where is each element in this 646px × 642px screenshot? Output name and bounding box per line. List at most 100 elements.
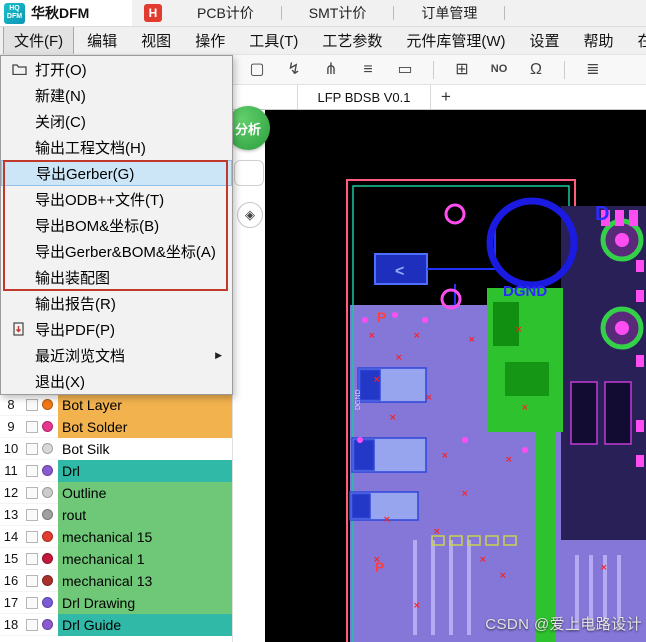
layer-number: 11	[4, 463, 18, 478]
grid-icon[interactable]: ⊞	[453, 61, 471, 78]
layer-number: 18	[3, 617, 19, 632]
menu-item-export-bom-coords[interactable]: 导出BOM&坐标(B)	[1, 212, 232, 238]
layer-color-dot[interactable]	[42, 531, 53, 542]
svg-text:×: ×	[600, 563, 608, 573]
menubar-operate[interactable]: 操作	[184, 27, 236, 54]
pcb-canvas[interactable]: < × × × × × × × × × × × × × × × × × × × …	[265, 110, 646, 642]
menu-item-label: 导出PDF(P)	[35, 321, 115, 339]
menu-item-exit[interactable]: 退出(X)	[1, 368, 232, 394]
layer-color-dot[interactable]	[42, 421, 53, 432]
layer-checkbox[interactable]	[26, 420, 38, 433]
menu-item-export-odb[interactable]: 导出ODB++文件(T)	[1, 186, 232, 212]
tab-huaqiu-dfm[interactable]: HQ DFM 华秋DFM	[0, 0, 132, 26]
gutter-pill-button[interactable]	[234, 160, 264, 186]
layer-row[interactable]: 17 Drl Drawing	[0, 591, 232, 614]
svg-text:×: ×	[389, 413, 397, 423]
layer-row[interactable]: 15 mechanical 1	[0, 547, 232, 570]
board-outline-icon[interactable]: ▢	[248, 61, 266, 78]
layer-name[interactable]: mechanical 13	[58, 569, 232, 592]
layer-checkbox[interactable]	[26, 574, 38, 587]
layer-row[interactable]: 12 Outline	[0, 481, 232, 504]
menubar-file[interactable]: 文件(F)	[3, 27, 75, 54]
layer-checkbox[interactable]	[26, 618, 38, 631]
net-icon[interactable]: ⋔	[322, 61, 340, 78]
menubar-process-params[interactable]: 工艺参数	[311, 27, 393, 54]
layer-row[interactable]: 9 Bot Solder	[0, 415, 232, 438]
layer-checkbox[interactable]	[26, 442, 38, 455]
menu-item-close[interactable]: 关闭(C)	[1, 108, 232, 134]
tab-smt-pricing[interactable]: SMT计价	[282, 3, 394, 23]
layer-color-dot[interactable]	[42, 619, 53, 630]
layer-name[interactable]: Bot Silk	[58, 437, 232, 460]
layer-row[interactable]: 10 Bot Silk	[0, 437, 232, 460]
layer-checkbox[interactable]	[26, 486, 38, 499]
layer-name[interactable]: rout	[58, 503, 232, 526]
layer-color-dot[interactable]	[42, 487, 53, 498]
layer-color-dot[interactable]	[42, 465, 53, 476]
menubar-edit[interactable]: 编辑	[76, 27, 128, 54]
layer-name[interactable]: Drl	[58, 459, 232, 482]
layer-checkbox[interactable]	[26, 508, 38, 521]
layer-name[interactable]: Bot Solder	[58, 415, 232, 438]
layer-checkbox[interactable]	[26, 530, 38, 543]
doc-tab-active[interactable]: LFP BDSB V0.1	[297, 85, 431, 109]
menu-item-output-report[interactable]: 输出报告(R)	[1, 290, 232, 316]
menu-item-export-gerber[interactable]: 导出Gerber(G)	[1, 160, 232, 186]
menu-item-label: 退出(X)	[35, 373, 85, 391]
layer-color-dot[interactable]	[42, 443, 53, 454]
layer-row[interactable]: 14 mechanical 15	[0, 525, 232, 548]
tab-order-management[interactable]: 订单管理	[394, 3, 504, 23]
svg-text:×: ×	[433, 527, 441, 537]
menu-item-output-assembly-drawing[interactable]: 输出装配图	[1, 264, 232, 290]
layer-color-dot[interactable]	[42, 399, 53, 410]
layer-row[interactable]: 8 Bot Layer	[0, 393, 232, 416]
watermark-text: CSDN @爱上电路设计	[485, 616, 642, 633]
dfm-check-icon[interactable]: NO	[490, 64, 508, 75]
layer-row[interactable]: 11 Drl	[0, 459, 232, 482]
svg-text:×: ×	[521, 403, 529, 413]
menu-item-export-gerber-bom-coords[interactable]: 导出Gerber&BOM&坐标(A)	[1, 238, 232, 264]
svg-text:×: ×	[373, 375, 381, 385]
route-icon[interactable]: ↯	[285, 61, 303, 78]
layer-name[interactable]: Outline	[58, 481, 232, 504]
menu-item-new[interactable]: 新建(N)	[1, 82, 232, 108]
menubar-online-service[interactable]: 在线客服	[627, 27, 646, 54]
svg-text:×: ×	[461, 489, 469, 499]
menu-item-open[interactable]: 打开(O)	[1, 56, 232, 82]
new-tab-button[interactable]: +	[431, 85, 461, 109]
menubar-tools[interactable]: 工具(T)	[238, 27, 309, 54]
layer-checkbox[interactable]	[26, 552, 38, 565]
layer-checkbox[interactable]	[26, 398, 38, 411]
layer-name[interactable]: Drl Drawing	[58, 591, 232, 614]
layer-name[interactable]: mechanical 15	[58, 525, 232, 548]
layer-name[interactable]: mechanical 1	[58, 547, 232, 570]
menubar-help[interactable]: 帮助	[573, 27, 625, 54]
layer-row[interactable]: 18 Drl Guide	[0, 613, 232, 636]
tab-pcb-pricing[interactable]: PCB计价	[170, 3, 281, 23]
layer-visibility-button[interactable]: ◈	[237, 202, 263, 228]
menu-item-recent-documents[interactable]: 最近浏览文档 ▶	[1, 342, 232, 368]
layer-row[interactable]: 16 mechanical 13	[0, 569, 232, 592]
layer-color-dot[interactable]	[42, 597, 53, 608]
layer-color-dot[interactable]	[42, 509, 53, 520]
impedance-icon[interactable]: Ω	[527, 61, 545, 78]
layer-color-dot[interactable]	[42, 575, 53, 586]
menu-item-label: 输出装配图	[35, 269, 111, 287]
layer-row[interactable]: 13 rout	[0, 503, 232, 526]
layer-checkbox[interactable]	[26, 596, 38, 609]
layer-color-dot[interactable]	[42, 553, 53, 564]
menu-item-output-project-doc[interactable]: 输出工程文档(H)	[1, 134, 232, 160]
layer-name[interactable]: Drl Guide	[58, 613, 232, 636]
layers-icon[interactable]: ≣	[584, 61, 602, 78]
netlist-icon[interactable]: ≡	[359, 61, 377, 78]
layer-checkbox[interactable]	[26, 464, 38, 477]
menu-item-label: 新建(N)	[35, 87, 86, 105]
menubar-view[interactable]: 视图	[130, 27, 182, 54]
hqdfm-logo-icon: HQ DFM	[4, 2, 25, 24]
svg-text:×: ×	[499, 571, 507, 581]
menubar-settings[interactable]: 设置	[519, 27, 571, 54]
layer-name[interactable]: Bot Layer	[58, 393, 232, 416]
measure-icon[interactable]: ▭	[396, 61, 414, 78]
menubar-component-lib[interactable]: 元件库管理(W)	[395, 27, 516, 54]
menu-item-export-pdf[interactable]: 导出PDF(P)	[1, 316, 232, 342]
